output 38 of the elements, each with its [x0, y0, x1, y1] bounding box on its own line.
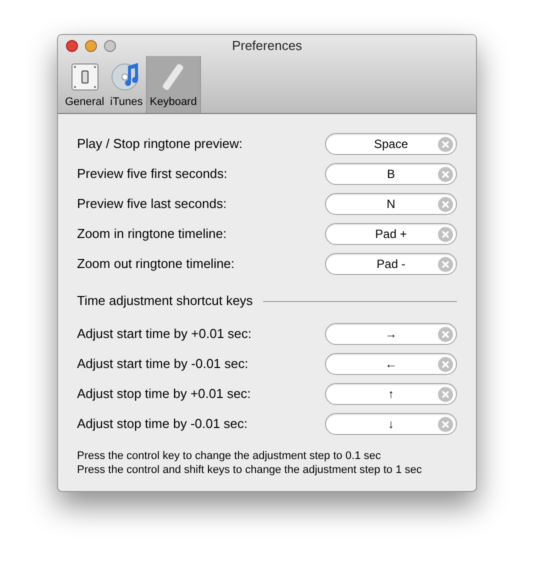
clear-icon[interactable] — [438, 387, 453, 402]
shortcut-field[interactable]: ↓ — [325, 413, 457, 435]
clear-icon[interactable] — [438, 327, 453, 342]
shortcut-label: Zoom in ringtone timeline: — [77, 225, 227, 244]
shortcut-field[interactable]: ↑ — [325, 383, 457, 405]
minimize-button[interactable] — [85, 40, 97, 52]
close-button[interactable] — [66, 40, 78, 52]
shortcut-label: Adjust start time by -0.01 sec: — [77, 355, 248, 374]
zoom-button[interactable] — [104, 40, 116, 52]
clear-icon[interactable] — [438, 227, 453, 242]
switch-icon — [70, 62, 100, 92]
clear-icon[interactable] — [438, 167, 453, 182]
shortcut-label: Zoom out ringtone timeline: — [77, 255, 235, 274]
shortcut-label: Adjust stop time by +0.01 sec: — [77, 385, 251, 404]
shortcut-field[interactable]: → — [325, 323, 457, 345]
window-title: Preferences — [232, 36, 302, 55]
clear-icon[interactable] — [438, 357, 453, 372]
clear-icon[interactable] — [438, 417, 453, 432]
shortcut-label: Adjust stop time by -0.01 sec: — [77, 415, 248, 434]
shortcut-field[interactable]: B — [325, 163, 457, 185]
clear-icon[interactable] — [438, 257, 453, 272]
clear-icon[interactable] — [438, 137, 453, 152]
shortcut-label: Adjust start time by +0.01 sec: — [77, 325, 252, 344]
shortcut-field[interactable]: N — [325, 193, 457, 215]
shortcut-label: Preview five last seconds: — [77, 195, 227, 214]
toolbar-tab[interactable]: Keyboard — [146, 56, 201, 113]
hint-text: Press the control key to change the adjustment step to 0.1 sec — [77, 449, 382, 463]
section-title: Time adjustment shortcut keys — [77, 292, 253, 310]
shortcut-label: Preview five first seconds: — [77, 165, 228, 184]
hint-text: Press the control and shift keys to change the adjustment step to 1 sec — [77, 463, 423, 477]
clear-icon[interactable] — [438, 197, 453, 212]
shortcut-field[interactable]: Pad + — [325, 223, 457, 245]
toolbar-tab[interactable]: General — [62, 56, 108, 113]
shortcut-field[interactable]: Space — [325, 133, 457, 155]
shortcut-field[interactable]: Pad - — [325, 253, 457, 275]
shortcut-field[interactable]: ← — [325, 353, 457, 375]
toolbar-tab[interactable]: iTunes — [107, 56, 146, 113]
shortcut-label: Play / Stop ringtone preview: — [77, 135, 242, 154]
